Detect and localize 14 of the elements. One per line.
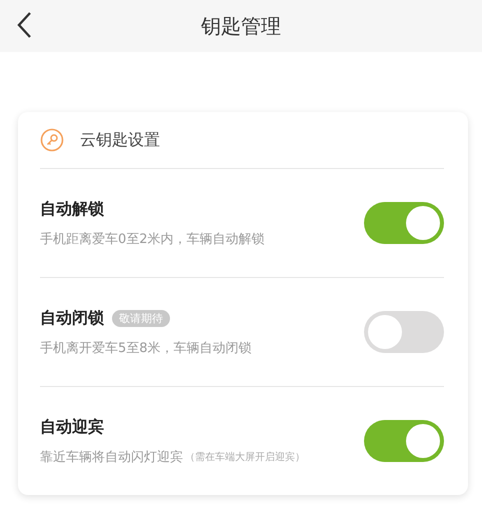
setting-description: 手机距离爱车0至2米内，车辆自动解锁	[40, 230, 265, 248]
setting-note: （需在车端大屏开启迎宾）	[185, 450, 305, 464]
toggle-switch[interactable]	[364, 202, 444, 244]
page-title: 钥匙管理	[201, 12, 281, 40]
setting-description: 靠近车辆将自动闪灯迎宾	[40, 448, 183, 466]
setting-title: 自动迎宾	[40, 416, 104, 438]
back-icon[interactable]	[16, 11, 32, 39]
toggle-switch[interactable]	[364, 311, 444, 353]
key-icon	[40, 128, 64, 152]
toggle-switch[interactable]	[364, 420, 444, 462]
setting-title: 自动闭锁	[40, 308, 104, 328]
setting-title: 自动解锁	[40, 198, 104, 220]
card-title: 云钥匙设置	[80, 130, 160, 150]
setting-description: 手机离开爱车5至8米，车辆自动闭锁	[40, 340, 252, 356]
